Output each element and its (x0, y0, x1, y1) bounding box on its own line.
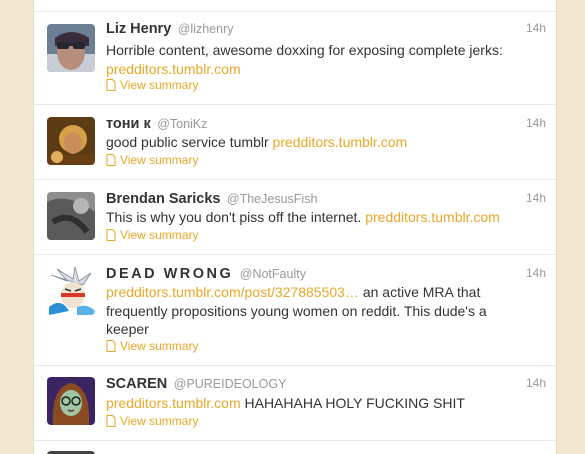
display-name[interactable]: Brendan Saricks (106, 191, 220, 207)
document-icon (106, 340, 116, 352)
tweet-item[interactable]: DEAD WRONG @NotFaulty 14h predditors.tum… (34, 255, 556, 366)
tweet-text-before: Horrible content, awesome doxxing for ex… (106, 42, 503, 58)
tweet-feed: Liz Henry @lizhenry 14h Horrible content… (33, 0, 557, 454)
tweet-link[interactable]: predditors.tumblr.com/post/327885503… (106, 284, 359, 300)
tweet-text: good public service tumblr predditors.tu… (106, 133, 526, 152)
timestamp[interactable]: 14h (526, 21, 546, 35)
tweet-text: predditors.tumblr.com/post/327885503… an… (106, 283, 526, 339)
document-icon (106, 229, 116, 241)
view-summary-link[interactable]: View summary (106, 153, 198, 167)
avatar[interactable] (47, 24, 95, 72)
tweet-text-before: good public service tumblr (106, 134, 269, 150)
tweet-item[interactable]: SCAREN @PUREIDEOLOGY 14h predditors.tumb… (34, 366, 556, 441)
document-icon (106, 154, 116, 166)
view-summary-link[interactable]: View summary (106, 414, 198, 428)
tweet-item[interactable]: Liz Henry @lizhenry 14h Horrible content… (34, 12, 556, 105)
tweet-text-before: This is why you don't piss off the inter… (106, 209, 362, 225)
handle[interactable]: @ToniKz (157, 117, 207, 131)
view-summary-label: View summary (120, 153, 199, 167)
document-icon (106, 415, 116, 427)
view-summary-link[interactable]: View summary (106, 78, 198, 92)
display-name[interactable]: Liz Henry (106, 21, 171, 37)
view-summary-label: View summary (120, 228, 199, 242)
document-icon (106, 79, 116, 91)
tweet-text: This is why you don't piss off the inter… (106, 208, 526, 227)
timestamp[interactable]: 14h (526, 266, 546, 280)
avatar[interactable] (47, 377, 95, 425)
avatar[interactable] (47, 117, 95, 165)
tweet-text: predditors.tumblr.com HAHAHAHA HOLY FUCK… (106, 394, 526, 413)
avatar[interactable] (47, 192, 95, 240)
view-summary-label: View summary (120, 78, 199, 92)
timestamp[interactable]: 14h (526, 376, 546, 390)
tweet-item[interactable]: тони к @ToniKz 14h good public service t… (34, 105, 556, 180)
tweet-link[interactable]: predditors.tumblr.com (106, 395, 241, 411)
tweet-link[interactable]: predditors.tumblr.com (273, 134, 408, 150)
view-summary-link[interactable]: View summary (106, 339, 198, 353)
handle[interactable]: @NotFaulty (240, 267, 306, 281)
handle[interactable]: @PUREIDEOLOGY (174, 377, 287, 391)
tweet-item[interactable]: Brendan Saricks @TheJesusFish 14h This i… (34, 180, 556, 255)
view-summary-label: View summary (120, 414, 199, 428)
tweet-link[interactable]: predditors.tumblr.com (106, 61, 241, 77)
timestamp[interactable]: 14h (526, 116, 546, 130)
tweet-link[interactable]: predditors.tumblr.com (365, 209, 500, 225)
tweet-text: Horrible content, awesome doxxing for ex… (106, 41, 526, 78)
view-summary-link[interactable]: View summary (106, 228, 198, 242)
view-summary-label: View summary (120, 339, 199, 353)
display-name[interactable]: тони к (106, 116, 151, 132)
avatar[interactable] (47, 267, 95, 315)
handle[interactable]: @lizhenry (178, 22, 234, 36)
display-name[interactable]: DEAD WRONG (106, 266, 233, 282)
handle[interactable]: @TheJesusFish (227, 192, 318, 206)
tweet-text-after: HAHAHAHA HOLY FUCKING SHIT (244, 395, 465, 411)
timestamp[interactable]: 14h (526, 191, 546, 205)
display-name[interactable]: SCAREN (106, 376, 167, 392)
